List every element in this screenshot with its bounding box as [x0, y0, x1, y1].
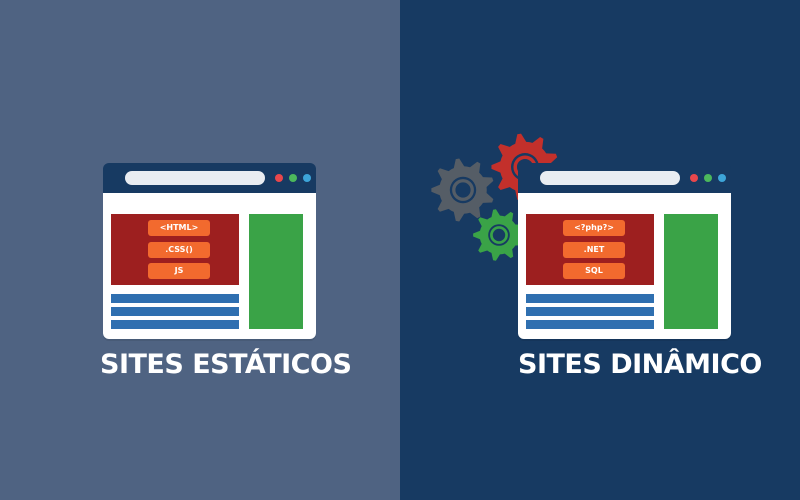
code-panel: <?php?> .NET SQL — [526, 214, 654, 285]
gear-green-shape — [473, 209, 524, 261]
minimize-dot-icon — [718, 174, 726, 182]
close-dot-icon — [690, 174, 698, 182]
sidebar-block — [664, 214, 718, 329]
text-line — [526, 307, 654, 316]
browser-titlebar — [518, 163, 731, 193]
code-tag-net: .NET — [563, 242, 625, 258]
close-dot-icon — [275, 174, 283, 182]
code-tag-php: <?php?> — [563, 220, 625, 236]
maximize-dot-icon — [704, 174, 712, 182]
text-line — [526, 320, 654, 329]
code-tag-sql: SQL — [563, 263, 625, 279]
address-bar — [540, 171, 680, 185]
code-tag-js: JS — [148, 263, 210, 279]
dynamic-browser-window: <?php?> .NET SQL — [518, 163, 731, 339]
text-line — [111, 320, 239, 329]
dynamic-sites-caption: SITES DINÂMICO — [518, 349, 762, 380]
code-tag-html: <HTML> — [148, 220, 210, 236]
dynamic-sites-panel: <?php?> .NET SQL SITES DINÂMICO — [400, 0, 800, 500]
static-browser-window: <HTML> .CSS() JS — [103, 163, 316, 339]
browser-content: <?php?> .NET SQL — [518, 193, 731, 339]
static-sites-panel: <HTML> .CSS() JS SITES ESTÁTICOS — [0, 0, 400, 500]
browser-content: <HTML> .CSS() JS — [103, 193, 316, 339]
minimize-dot-icon — [303, 174, 311, 182]
address-bar — [125, 171, 265, 185]
sidebar-block — [249, 214, 303, 329]
text-line — [526, 294, 654, 303]
text-line — [111, 294, 239, 303]
maximize-dot-icon — [289, 174, 297, 182]
text-line — [111, 307, 239, 316]
code-tag-css: .CSS() — [148, 242, 210, 258]
static-sites-caption: SITES ESTÁTICOS — [100, 349, 352, 380]
code-panel: <HTML> .CSS() JS — [111, 214, 239, 285]
browser-titlebar — [103, 163, 316, 193]
